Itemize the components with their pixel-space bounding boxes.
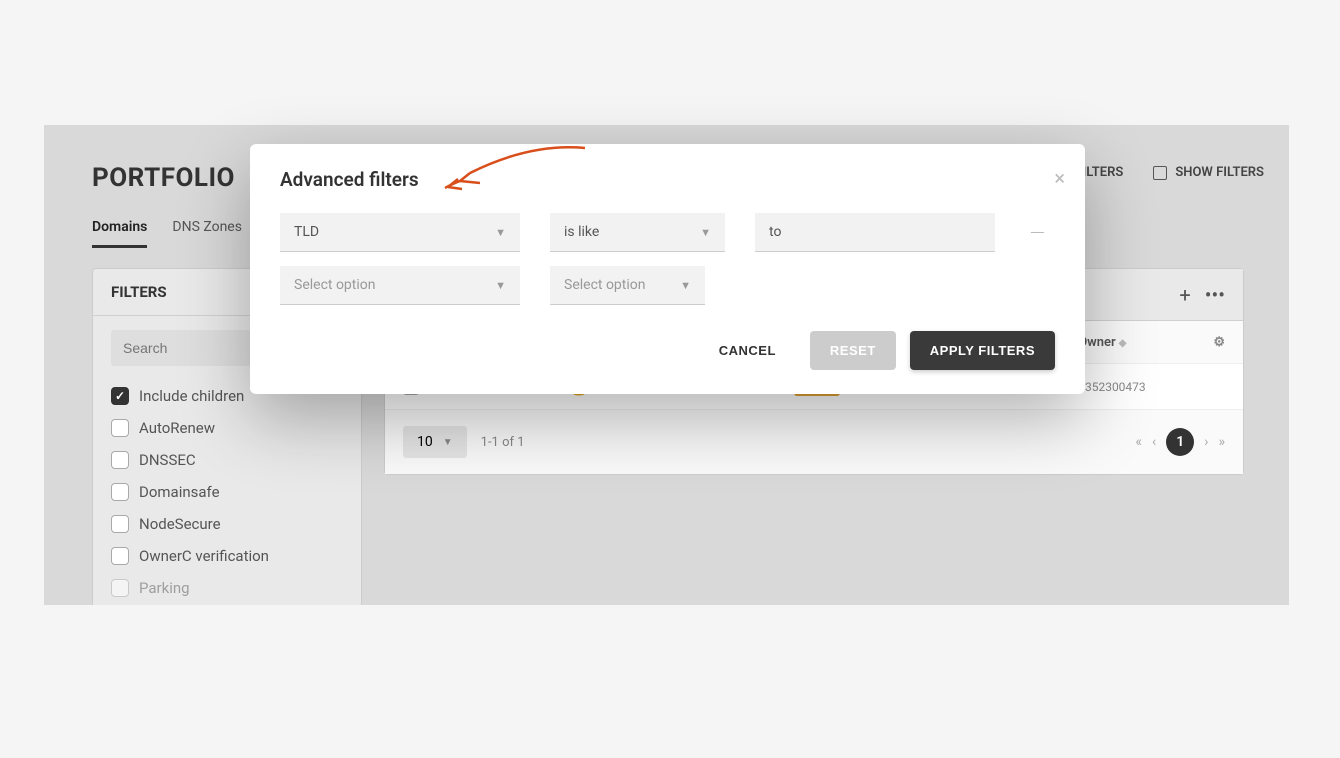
cancel-button[interactable]: CANCEL bbox=[699, 331, 796, 370]
pager-last[interactable]: » bbox=[1218, 434, 1225, 450]
pager-current[interactable]: 1 bbox=[1166, 428, 1194, 456]
add-icon[interactable]: + bbox=[1179, 283, 1190, 307]
chevron-down-icon: ▼ bbox=[495, 226, 506, 239]
filter-item-nodesecure[interactable]: NodeSecure bbox=[111, 508, 343, 540]
page-info: 1-1 of 1 bbox=[481, 435, 525, 450]
col-owner[interactable]: Owner◆ bbox=[1078, 335, 1195, 350]
chevron-down-icon: ▼ bbox=[495, 279, 506, 292]
operator-select[interactable]: is like ▼ bbox=[550, 213, 725, 252]
filter-row: TLD ▼ is like ▼ to — bbox=[280, 213, 1055, 252]
header-actions: FILTERS SHOW FILTERS bbox=[1075, 165, 1264, 180]
checkbox-icon[interactable] bbox=[111, 419, 129, 437]
show-filters-action[interactable]: SHOW FILTERS bbox=[1153, 165, 1264, 180]
tab-domains[interactable]: Domains bbox=[92, 219, 147, 248]
modal-actions: CANCEL RESET APPLY FILTERS bbox=[280, 331, 1055, 370]
chevron-down-icon: ▼ bbox=[700, 226, 711, 239]
filter-item-dnssec[interactable]: DNSSEC bbox=[111, 444, 343, 476]
value-input[interactable]: to bbox=[755, 213, 995, 252]
pager-first[interactable]: « bbox=[1135, 434, 1142, 450]
sort-icon: ◆ bbox=[1119, 338, 1127, 349]
show-filters-label: SHOW FILTERS bbox=[1175, 165, 1264, 180]
filter-label: NodeSecure bbox=[139, 515, 221, 533]
checkbox-icon[interactable] bbox=[111, 547, 129, 565]
more-icon[interactable]: ••• bbox=[1205, 283, 1225, 307]
filter-item-ownerc[interactable]: OwnerC verification bbox=[111, 540, 343, 572]
filter-label: OwnerC verification bbox=[139, 547, 269, 565]
columns-icon bbox=[1153, 166, 1167, 180]
checkbox-icon[interactable] bbox=[111, 579, 129, 597]
filter-label: Include children bbox=[139, 387, 244, 405]
filter-label: Domainsafe bbox=[139, 483, 220, 501]
filter-item-parking[interactable]: Parking bbox=[111, 572, 343, 604]
pagination: 10 ▼ 1-1 of 1 « ‹ 1 › » bbox=[385, 410, 1243, 474]
tab-dns-zones[interactable]: DNS Zones bbox=[172, 219, 242, 248]
advanced-filters-modal: Advanced filters × TLD ▼ is like ▼ to — … bbox=[250, 144, 1085, 394]
remove-row-icon[interactable]: — bbox=[1030, 221, 1045, 245]
checkbox-checked-icon[interactable] bbox=[111, 387, 129, 405]
pager-prev[interactable]: ‹ bbox=[1152, 434, 1156, 450]
modal-title: Advanced filters bbox=[280, 168, 1055, 191]
gear-icon[interactable]: ⚙ bbox=[1196, 335, 1225, 350]
apply-filters-button[interactable]: APPLY FILTERS bbox=[910, 331, 1055, 370]
operator-select-empty[interactable]: Select option ▼ bbox=[550, 266, 705, 305]
filter-label: Parking bbox=[139, 579, 190, 597]
field-select-empty[interactable]: Select option ▼ bbox=[280, 266, 520, 305]
cell-owner: 1352300473 bbox=[1078, 380, 1195, 394]
checkbox-icon[interactable] bbox=[111, 515, 129, 533]
field-select[interactable]: TLD ▼ bbox=[280, 213, 520, 252]
pager: « ‹ 1 › » bbox=[1135, 428, 1225, 456]
pager-next[interactable]: › bbox=[1204, 434, 1208, 450]
page-size-select[interactable]: 10 ▼ bbox=[403, 426, 467, 458]
page-title: PORTFOLIO bbox=[92, 163, 235, 193]
tabs: Domains DNS Zones bbox=[92, 219, 242, 248]
reset-button[interactable]: RESET bbox=[810, 331, 896, 370]
filter-item-autorenew[interactable]: AutoRenew bbox=[111, 412, 343, 444]
filter-label: DNSSEC bbox=[139, 451, 196, 469]
filter-label: AutoRenew bbox=[139, 419, 215, 437]
checkbox-icon[interactable] bbox=[111, 451, 129, 469]
chevron-down-icon: ▼ bbox=[680, 279, 691, 292]
close-icon[interactable]: × bbox=[1054, 166, 1065, 190]
filter-item-domainsafe[interactable]: Domainsafe bbox=[111, 476, 343, 508]
checkbox-icon[interactable] bbox=[111, 483, 129, 501]
filter-row-empty: Select option ▼ Select option ▼ bbox=[280, 266, 1055, 305]
chevron-down-icon: ▼ bbox=[443, 437, 453, 448]
